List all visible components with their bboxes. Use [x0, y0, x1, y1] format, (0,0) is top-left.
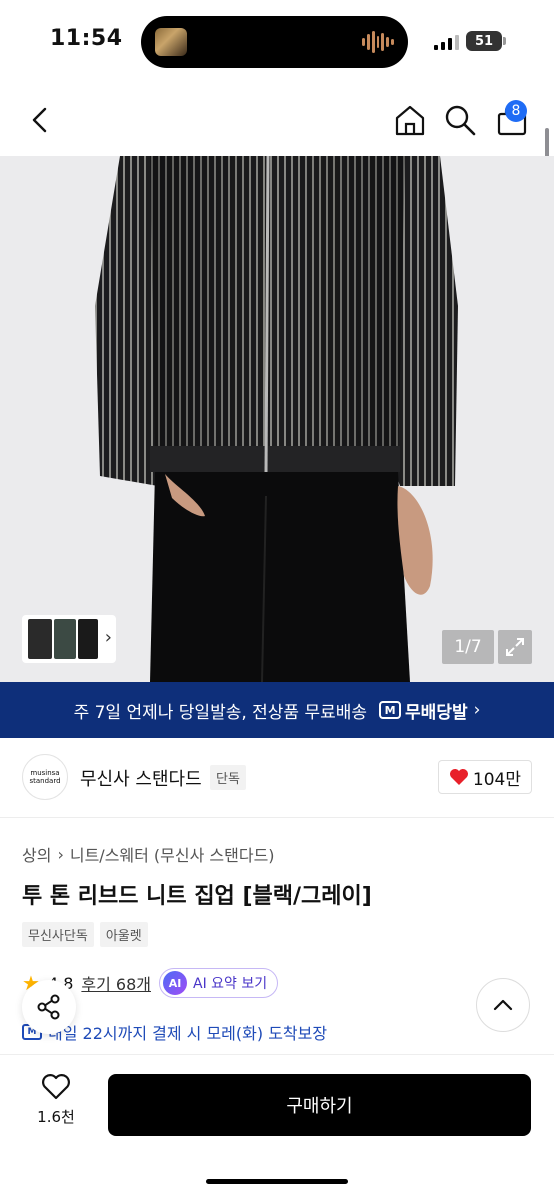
fullscreen-icon[interactable]: [498, 630, 532, 664]
share-button[interactable]: [22, 980, 76, 1034]
thumbnail-strip[interactable]: ›: [22, 615, 116, 663]
home-indicator: [206, 1179, 348, 1184]
chevron-up-icon: [493, 999, 513, 1011]
tag-outlet: 아울렛: [99, 922, 148, 947]
logo-line1: musinsa: [30, 769, 60, 777]
bottom-action-bar: 1.6천 구매하기: [0, 1054, 554, 1200]
ai-badge-icon: AI: [163, 971, 187, 995]
chevron-right-icon: ›: [57, 844, 64, 864]
chevron-right-icon[interactable]: ›: [105, 627, 112, 648]
image-counter: 1/7: [442, 630, 494, 664]
now-playing-artwork: [155, 28, 187, 56]
cart-count-badge: 8: [505, 100, 527, 122]
ai-summary-label: AI 요약 보기: [193, 976, 268, 992]
breadcrumb: 상의 › 니트/스웨터 (무신사 스탠다드): [22, 842, 275, 866]
musinsa-delivery-icon: M: [379, 701, 402, 719]
battery-tip: [503, 37, 506, 45]
cellular-signal-icon: [434, 34, 459, 50]
back-icon[interactable]: [24, 102, 60, 138]
scroll-to-top-button[interactable]: [476, 978, 530, 1032]
brand-like-button[interactable]: 104만: [437, 760, 532, 794]
delivery-text: 내일 22시까지 결제 시 모레(화) 도착보장: [48, 1024, 328, 1043]
battery-icon: 51: [466, 31, 502, 51]
ai-summary-button[interactable]: AI AI 요약 보기: [159, 968, 279, 998]
audio-wave-icon: [362, 28, 395, 56]
buy-button[interactable]: 구매하기: [108, 1074, 531, 1136]
brand-logo[interactable]: musinsa standard: [22, 754, 68, 800]
dynamic-island[interactable]: [141, 16, 408, 68]
top-nav: [0, 84, 554, 156]
product-image-carousel[interactable]: › 1/7: [0, 156, 554, 682]
status-time: 11:54: [50, 26, 123, 51]
banner-brand: M 무배당발: [379, 698, 468, 723]
share-icon: [37, 994, 60, 1020]
search-icon[interactable]: [442, 102, 478, 138]
divider: [0, 817, 554, 818]
thumbnail-image[interactable]: [28, 619, 52, 659]
logo-line2: standard: [29, 777, 61, 785]
brand-row: musinsa standard 무신사 스탠다드 단독 104만: [22, 750, 532, 806]
thumbnail-image[interactable]: [54, 619, 76, 659]
review-link[interactable]: 후기 68개: [81, 971, 151, 995]
chevron-right-icon: ›: [473, 700, 481, 720]
status-bar: 11:54 51: [0, 0, 554, 84]
heart-filled-icon: [449, 769, 468, 785]
wishlist-button[interactable]: 1.6천: [26, 1073, 86, 1127]
battery-level: 51: [474, 33, 494, 49]
shipping-banner[interactable]: 주 7일 언제나 당일발송, 전상품 무료배송 M 무배당발 ›: [0, 682, 554, 738]
breadcrumb-subcategory[interactable]: 니트/스웨터 (무신사 스탠다드): [70, 842, 275, 866]
brand-name[interactable]: 무신사 스탠다드: [80, 765, 202, 791]
heart-outline-icon: [42, 1074, 70, 1100]
product-photo: [0, 156, 554, 682]
home-icon[interactable]: [392, 102, 428, 138]
exclusive-tag: 단독: [210, 765, 246, 790]
brand-like-count: 104만: [472, 769, 521, 790]
tag-exclusive: 무신사단독: [22, 922, 94, 947]
thumbnail-image[interactable]: [78, 619, 98, 659]
breadcrumb-category[interactable]: 상의: [22, 842, 51, 866]
product-title: 투 톤 리브드 니트 집업 [블랙/그레이]: [22, 884, 372, 909]
product-tags: 무신사단독 아울렛: [22, 922, 148, 947]
banner-brand-label: 무배당발: [405, 702, 468, 723]
banner-text: 주 7일 언제나 당일발송, 전상품 무료배송: [73, 702, 368, 723]
wishlist-count: 1.6천: [37, 1108, 75, 1126]
